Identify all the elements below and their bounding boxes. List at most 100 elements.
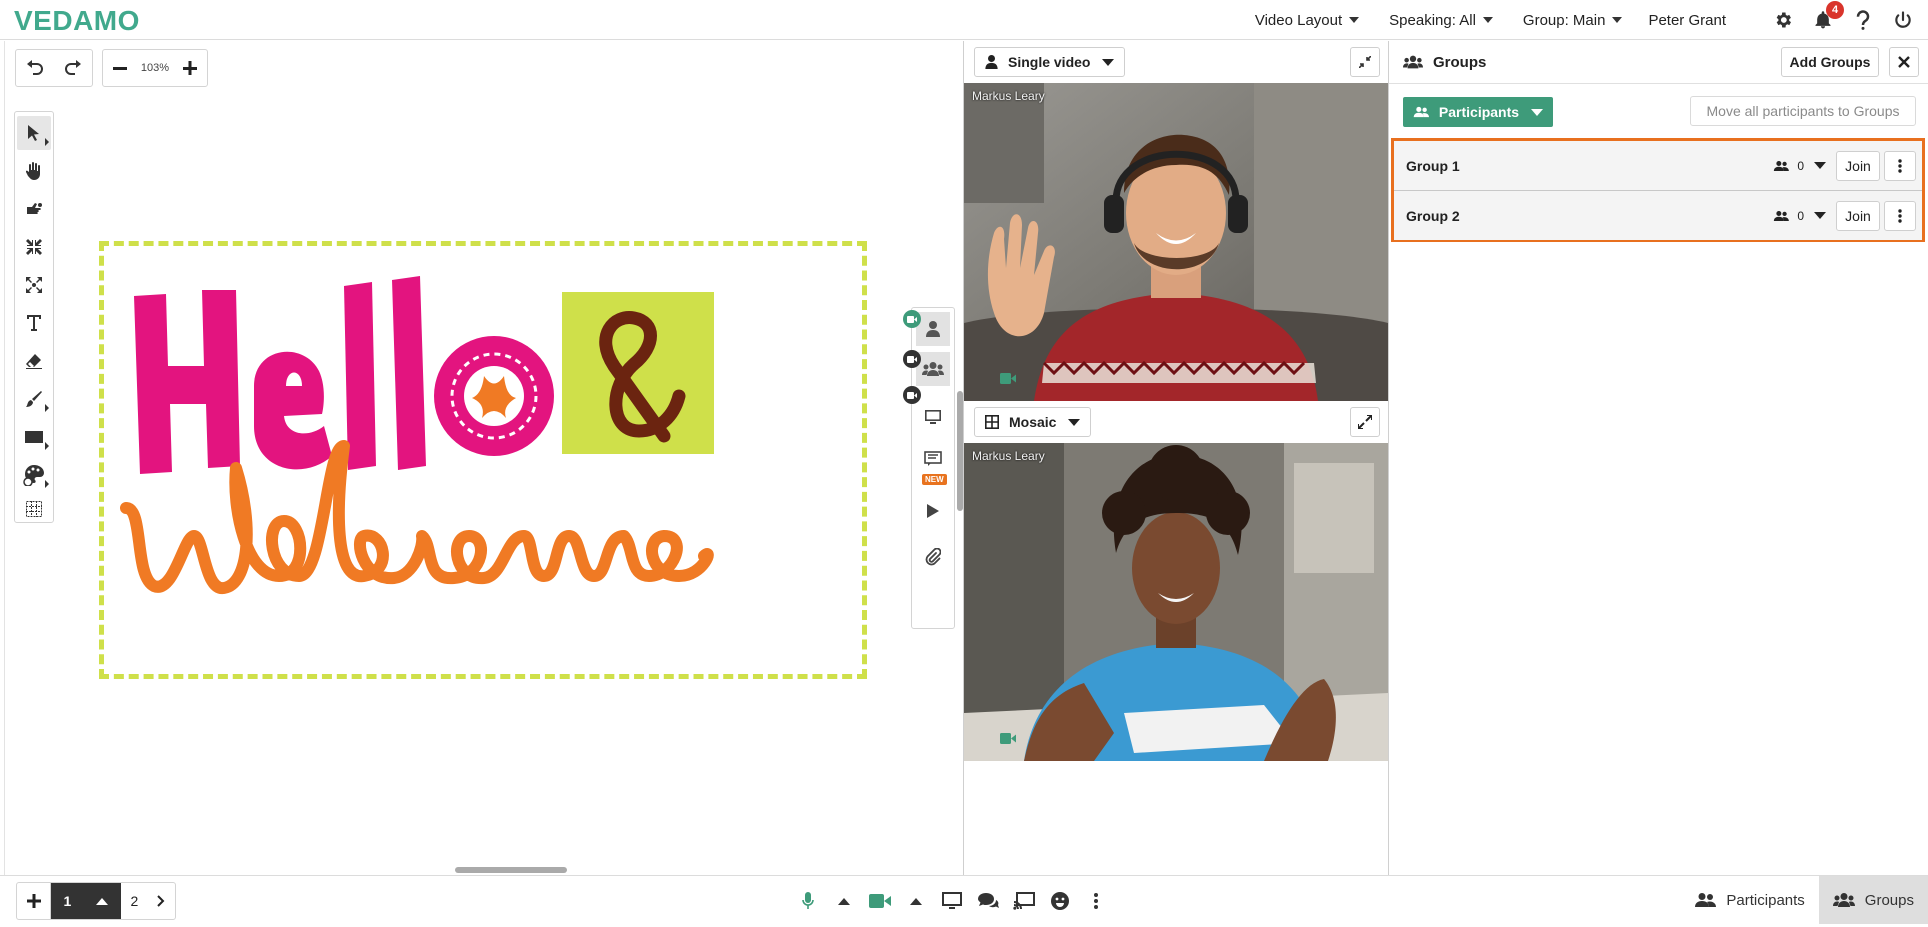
participant-video-image bbox=[964, 83, 1388, 401]
group-member-count[interactable]: 0 bbox=[1773, 159, 1826, 173]
compress-icon bbox=[1359, 56, 1371, 68]
select-tool[interactable] bbox=[17, 116, 51, 150]
eraser-tool[interactable] bbox=[17, 344, 51, 378]
monitor-icon bbox=[925, 410, 941, 424]
chat-feature-button[interactable]: NEW bbox=[916, 448, 950, 485]
chat-button[interactable] bbox=[970, 883, 1006, 919]
zoom-area-tool[interactable] bbox=[17, 268, 51, 302]
current-page-button[interactable]: 1 bbox=[51, 883, 121, 919]
chevron-down-icon bbox=[1349, 17, 1360, 23]
camera-button[interactable] bbox=[862, 883, 898, 919]
close-icon bbox=[1898, 56, 1910, 68]
grid-tool[interactable] bbox=[17, 492, 51, 526]
zoom-out-button[interactable] bbox=[107, 55, 133, 81]
camera-options-button[interactable] bbox=[898, 883, 934, 919]
drawing-toolbar bbox=[14, 111, 54, 523]
add-page-button[interactable] bbox=[17, 883, 51, 919]
undo-button[interactable] bbox=[22, 55, 48, 81]
logout-button[interactable] bbox=[1892, 9, 1914, 31]
microphone-options-button[interactable] bbox=[826, 883, 862, 919]
user-name: Peter Grant bbox=[1648, 11, 1726, 29]
undo-redo-group bbox=[15, 49, 93, 87]
single-video-select[interactable]: Single video bbox=[974, 47, 1126, 77]
camera-off-dot bbox=[903, 386, 921, 404]
vertical-scrollbar[interactable] bbox=[957, 391, 963, 511]
more-vertical-icon bbox=[1898, 208, 1902, 223]
camera-icon bbox=[1000, 733, 1016, 744]
users-icon bbox=[1695, 893, 1717, 907]
group-menu[interactable]: Group: Main bbox=[1523, 12, 1623, 29]
whiteboard-area[interactable]: 103% NEW bbox=[4, 41, 964, 875]
group-name: Group 2 bbox=[1406, 207, 1460, 224]
next-page-button[interactable]: 2 bbox=[121, 883, 175, 919]
notifications-button[interactable]: 4 bbox=[1812, 1, 1844, 31]
zoom-level: 103% bbox=[140, 62, 170, 74]
screen-share-view-button[interactable] bbox=[903, 386, 950, 434]
pan-tool[interactable] bbox=[17, 154, 51, 188]
bottom-tabs: Participants Groups bbox=[1680, 876, 1928, 924]
new-badge: NEW bbox=[922, 474, 947, 485]
cast-button[interactable] bbox=[1006, 883, 1042, 919]
play-media-button[interactable] bbox=[916, 494, 950, 528]
cursor-icon bbox=[28, 125, 39, 141]
top-video-feed[interactable]: Markus Leary bbox=[964, 83, 1388, 401]
bottom-video-feed[interactable]: Markus Leary bbox=[964, 443, 1388, 761]
laser-pointer-tool[interactable] bbox=[17, 192, 51, 226]
brush-tool[interactable] bbox=[17, 382, 51, 416]
welcome-image[interactable] bbox=[99, 241, 867, 679]
microphone-icon bbox=[802, 892, 814, 909]
add-groups-button[interactable]: Add Groups bbox=[1781, 47, 1879, 77]
tab-groups-label: Groups bbox=[1864, 891, 1914, 909]
move-all-participants-button[interactable]: Move all participants to Groups bbox=[1690, 96, 1916, 126]
chevron-down-icon bbox=[1531, 108, 1544, 116]
hand-icon bbox=[26, 162, 40, 180]
tab-groups[interactable]: Groups bbox=[1818, 876, 1928, 924]
chevron-down-icon bbox=[1068, 418, 1081, 426]
shape-tool[interactable] bbox=[17, 420, 51, 454]
group-row[interactable]: Group 1 0 Join bbox=[1394, 141, 1922, 190]
expand-icon bbox=[1358, 415, 1372, 429]
more-options-button[interactable] bbox=[1078, 883, 1114, 919]
collapse-video-button[interactable] bbox=[1350, 47, 1380, 77]
join-group-button[interactable]: Join bbox=[1836, 150, 1880, 181]
play-icon bbox=[927, 504, 939, 518]
color-tool[interactable] bbox=[17, 458, 51, 492]
rectangle-icon bbox=[25, 431, 43, 443]
settings-button[interactable] bbox=[1772, 9, 1794, 31]
reactions-button[interactable] bbox=[1042, 883, 1078, 919]
camera-icon bbox=[907, 315, 917, 323]
mosaic-select[interactable]: Mosaic bbox=[974, 407, 1092, 437]
pointer-hand-icon bbox=[27, 203, 42, 214]
speaking-menu[interactable]: Speaking: All bbox=[1389, 12, 1493, 29]
chevron-down-icon bbox=[1612, 17, 1623, 23]
group-member-count[interactable]: 0 bbox=[1773, 209, 1826, 223]
group-options-button[interactable] bbox=[1884, 200, 1916, 231]
group-view-button[interactable] bbox=[903, 350, 950, 386]
camera-icon bbox=[869, 894, 891, 908]
help-button[interactable] bbox=[1852, 9, 1874, 31]
gear-icon bbox=[1776, 12, 1791, 28]
video-layout-menu[interactable]: Video Layout bbox=[1255, 12, 1360, 29]
close-panel-button[interactable] bbox=[1889, 47, 1919, 77]
tab-participants[interactable]: Participants bbox=[1680, 876, 1818, 924]
group-options-button[interactable] bbox=[1884, 150, 1916, 181]
text-tool[interactable] bbox=[17, 306, 51, 340]
fit-tool[interactable] bbox=[17, 230, 51, 264]
attachments-button[interactable] bbox=[916, 540, 950, 574]
horizontal-scrollbar[interactable] bbox=[455, 867, 567, 873]
zoom-in-button[interactable] bbox=[177, 55, 203, 81]
screen-share-button[interactable] bbox=[934, 883, 970, 919]
join-group-button[interactable]: Join bbox=[1836, 200, 1880, 231]
single-user-view-button[interactable] bbox=[903, 310, 950, 346]
expand-video-button[interactable] bbox=[1350, 407, 1380, 437]
current-page-number: 1 bbox=[63, 893, 72, 909]
camera-status bbox=[1000, 371, 1016, 389]
participants-dropdown-button[interactable]: Participants bbox=[1403, 97, 1553, 127]
group-row[interactable]: Group 2 0 Join bbox=[1394, 191, 1922, 240]
microphone-button[interactable] bbox=[790, 883, 826, 919]
power-icon bbox=[1895, 11, 1911, 28]
redo-button[interactable] bbox=[60, 55, 86, 81]
notification-badge: 4 bbox=[1826, 1, 1844, 19]
submenu-indicator bbox=[45, 404, 49, 412]
grid-icon bbox=[26, 501, 42, 517]
